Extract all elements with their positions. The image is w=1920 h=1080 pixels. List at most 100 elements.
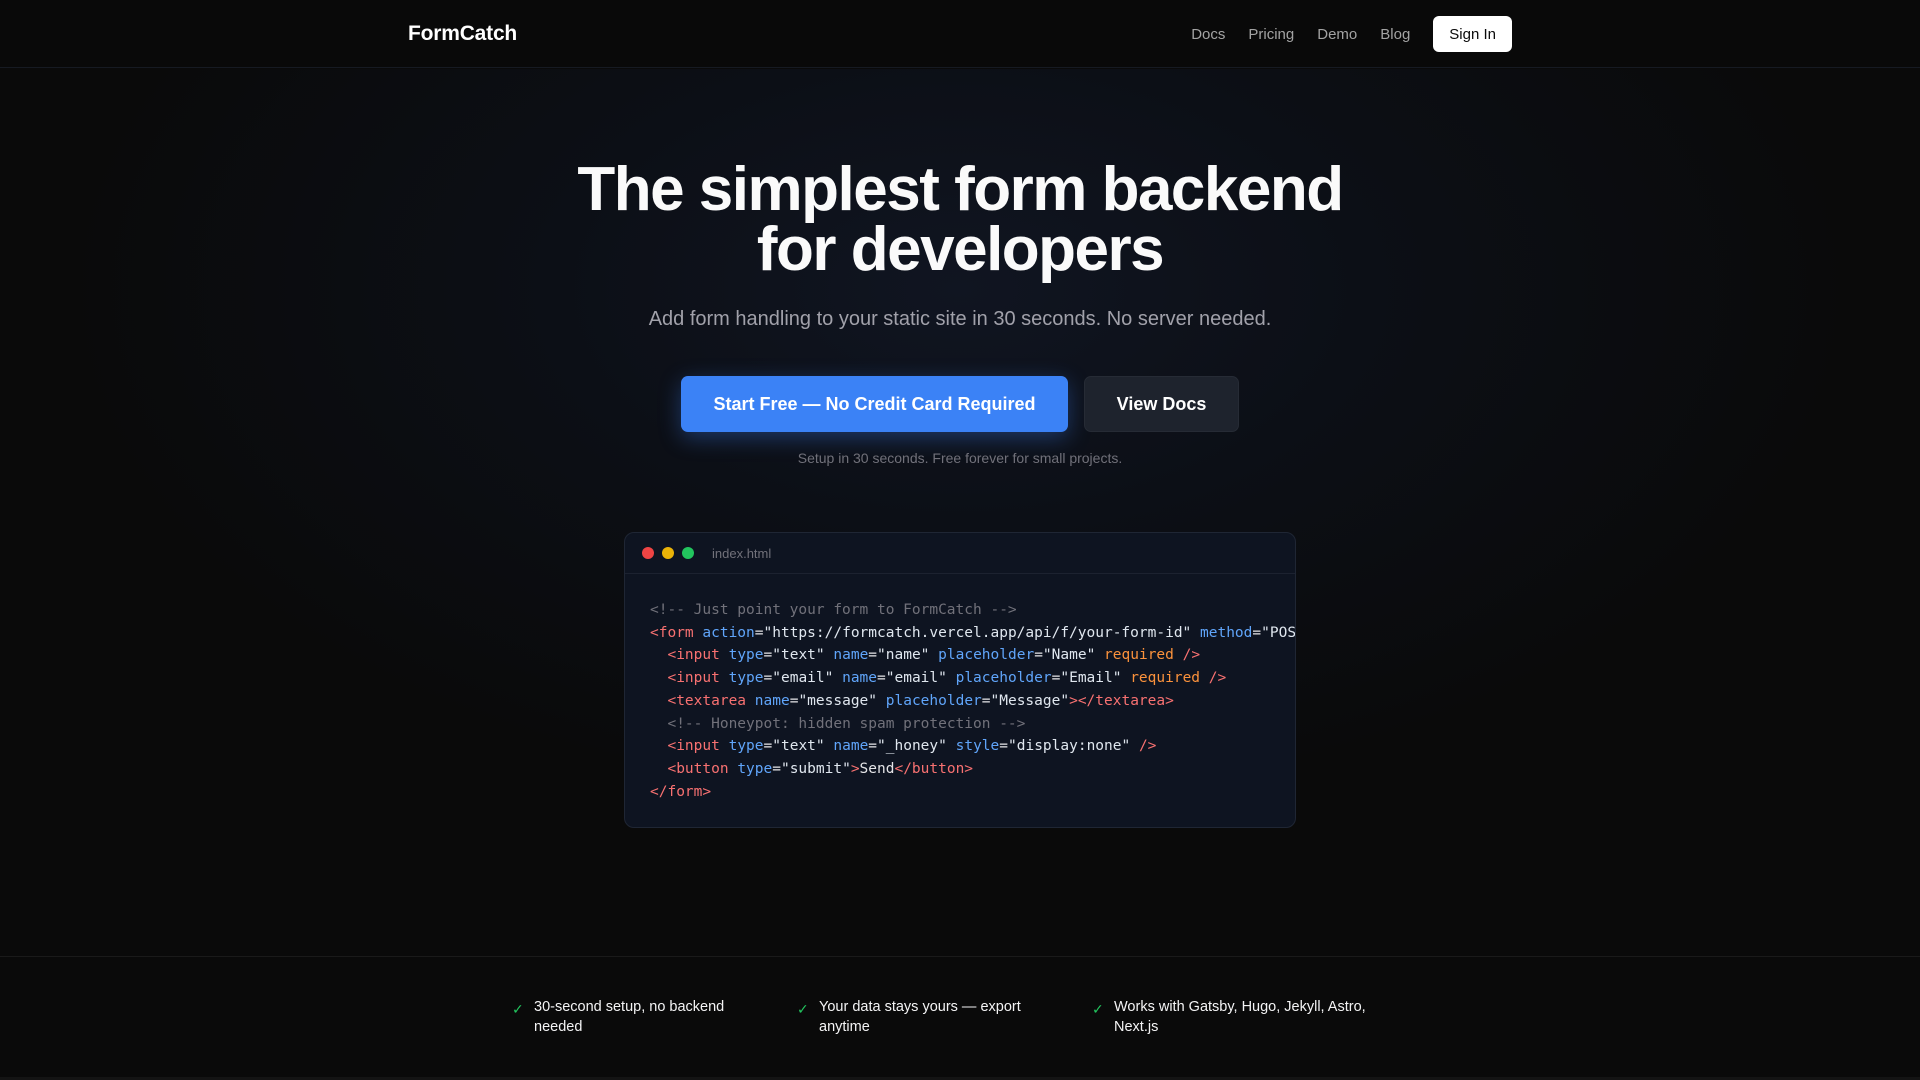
features-strip: ✓ 30-second setup, no backend needed ✓ Y… [0, 956, 1920, 1080]
code-token: "text" [772, 738, 825, 755]
code-token: required [1104, 647, 1174, 664]
code-snippet: <!-- Just point your form to FormCatch -… [625, 574, 1295, 803]
feature-text: 30-second setup, no backend needed [534, 997, 724, 1037]
code-token: "message" [798, 692, 878, 709]
code-line: <!-- Just point your form to FormCatch -… [650, 599, 1295, 622]
sign-in-button[interactable]: Sign In [1433, 16, 1512, 52]
nav-link-demo[interactable]: Demo [1317, 26, 1357, 43]
code-line: <!-- Honeypot: hidden spam protection --… [650, 713, 1295, 736]
code-filename: index.html [712, 545, 772, 561]
code-token: = [981, 692, 991, 709]
code-window: index.html <!-- Just point your form to … [624, 532, 1296, 828]
code-line: <input type="email" name="email" placeho… [650, 667, 1295, 690]
code-token: /> [1182, 647, 1201, 664]
code-token: <textarea [667, 692, 747, 709]
code-token: "name" [877, 647, 930, 664]
code-token: <input [667, 647, 720, 664]
code-token: "https://formcatch.vercel.app/api/f/your… [763, 624, 1192, 641]
code-token: name [833, 738, 869, 755]
check-icon: ✓ [797, 1001, 809, 1017]
nav-link-docs[interactable]: Docs [1191, 26, 1225, 43]
code-token: <!-- Honeypot: hidden spam protection --… [667, 715, 1026, 732]
code-token: action [702, 624, 755, 641]
code-token: type [737, 760, 773, 777]
cta-note: Setup in 30 seconds. Free forever for sm… [797, 450, 1123, 466]
code-token: <input [667, 670, 720, 687]
code-token: </button> [894, 760, 974, 777]
code-token: <button [667, 760, 729, 777]
feature-item: ✓ 30-second setup, no backend needed [512, 997, 724, 1037]
code-token: required [1130, 670, 1201, 687]
code-line: <textarea name="message" placeholder="Me… [650, 690, 1295, 713]
code-token: = [877, 670, 886, 687]
feature-item: ✓ Your data stays yours — export anytime [797, 997, 1021, 1037]
red-dot-icon [642, 547, 654, 559]
nav-link-pricing[interactable]: Pricing [1248, 26, 1294, 43]
code-token: name [842, 670, 878, 687]
code-token: name [754, 692, 790, 709]
feature-item: ✓ Works with Gatsby, Hugo, Jekyll, Astro… [1092, 997, 1366, 1037]
code-token: name [833, 647, 869, 664]
view-docs-button[interactable]: View Docs [1084, 376, 1239, 432]
cta-row: Start Free — No Credit Card Required Vie… [0, 376, 1920, 432]
code-token: <form [650, 624, 694, 641]
code-line: <form action = "https://formcatch.vercel.a… [650, 622, 1295, 645]
code-token: = [999, 738, 1008, 755]
code-token: "email" [885, 670, 947, 687]
code-line: <input type="text" name="name" placehold… [650, 644, 1295, 667]
code-token: /> [1208, 670, 1227, 687]
code-token: = [868, 738, 878, 755]
feature-text: Your data stays yours — export anytime [819, 997, 1021, 1037]
hero-subtitle: Add form handling to your static site in… [648, 308, 1272, 330]
check-icon: ✓ [1092, 1001, 1104, 1017]
code-token: = [1252, 624, 1262, 641]
code-token: "Message" [990, 692, 1070, 709]
check-icon: ✓ [512, 1001, 524, 1017]
code-token: type [728, 738, 764, 755]
code-token: Send [859, 760, 895, 777]
feature-text-line: Next.js [1114, 1019, 1159, 1035]
feature-text-line: 30-second setup, no backend [534, 999, 725, 1015]
top-navigation-bar: FormCatch Docs Pricing Demo Blog Sign In [0, 0, 1920, 68]
code-token: = [763, 670, 773, 687]
code-token: placeholder [955, 670, 1052, 687]
code-token: "text" [772, 647, 825, 664]
code-token: <input [667, 738, 720, 755]
code-token: style [955, 738, 1000, 755]
code-token: = [868, 647, 878, 664]
code-token: <!-- Just point your form to FormCatch -… [650, 602, 1017, 618]
code-token: "submit" [780, 760, 851, 777]
feature-text-line: needed [534, 1019, 583, 1035]
code-token: = [772, 760, 781, 777]
nav-menu: Docs Pricing Demo Blog Sign In [1191, 0, 1512, 68]
start-free-button[interactable]: Start Free — No Credit Card Required [681, 376, 1068, 432]
code-token: placeholder [885, 692, 982, 709]
feature-text: Works with Gatsby, Hugo, Jekyll, Astro, … [1114, 997, 1366, 1037]
code-token: > [850, 760, 860, 777]
code-token: method [1200, 624, 1253, 641]
code-token: "display:none" [1008, 738, 1131, 755]
code-token: = [763, 738, 773, 755]
brand-logo[interactable]: FormCatch [408, 0, 517, 68]
nav-link-blog[interactable]: Blog [1380, 26, 1410, 43]
code-token: = [763, 647, 773, 664]
feature-text-line: anytime [819, 1019, 870, 1035]
feature-text-line: Works with Gatsby, Hugo, Jekyll, Astro, [1114, 999, 1366, 1015]
